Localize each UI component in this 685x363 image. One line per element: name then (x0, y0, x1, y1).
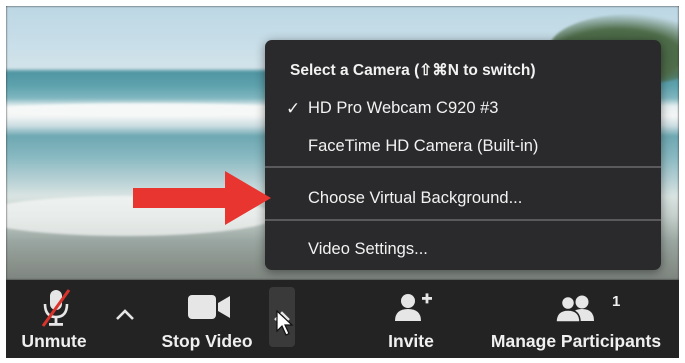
menu-item-label: Video Settings... (308, 240, 428, 258)
camera-menu: Select a Camera (⇧⌘N to switch) ✓ HD Pro… (265, 40, 661, 270)
participants-count: 1 (612, 293, 621, 310)
zoom-window: Select a Camera (⇧⌘N to switch) ✓ HD Pro… (6, 6, 679, 358)
participants-icon (555, 295, 594, 322)
video-options-button[interactable] (268, 280, 298, 358)
invite-label: Invite (388, 331, 434, 351)
menu-separator (265, 219, 661, 221)
video-camera-icon (188, 295, 230, 319)
chevron-up-icon (116, 309, 134, 320)
stop-video-button[interactable]: Stop Video (151, 280, 261, 358)
manage-participants-label: Manage Participants (490, 331, 662, 351)
wave-crest (6, 103, 306, 117)
unmute-label: Unmute (21, 331, 87, 351)
microphone-muted-icon (41, 289, 71, 327)
add-person-icon (395, 293, 432, 321)
meeting-toolbar: Unmute Stop Video Invite 1 Manage Partic… (6, 280, 679, 358)
manage-participants-button[interactable]: 1 Manage Participants (476, 280, 676, 358)
stop-video-label: Stop Video (161, 331, 253, 351)
checkmark-icon: ✓ (286, 99, 301, 118)
audio-options-button[interactable] (111, 280, 141, 358)
menu-item-label: HD Pro Webcam C920 #3 (308, 99, 499, 117)
unmute-button[interactable]: Unmute (6, 280, 106, 358)
menu-separator (265, 166, 661, 168)
menu-item-label: Choose Virtual Background... (308, 189, 523, 207)
menu-item-label: FaceTime HD Camera (Built-in) (308, 137, 539, 155)
mouse-cursor-icon (276, 310, 294, 336)
invite-button[interactable]: Invite (376, 280, 446, 358)
red-arrow-icon (133, 171, 271, 225)
